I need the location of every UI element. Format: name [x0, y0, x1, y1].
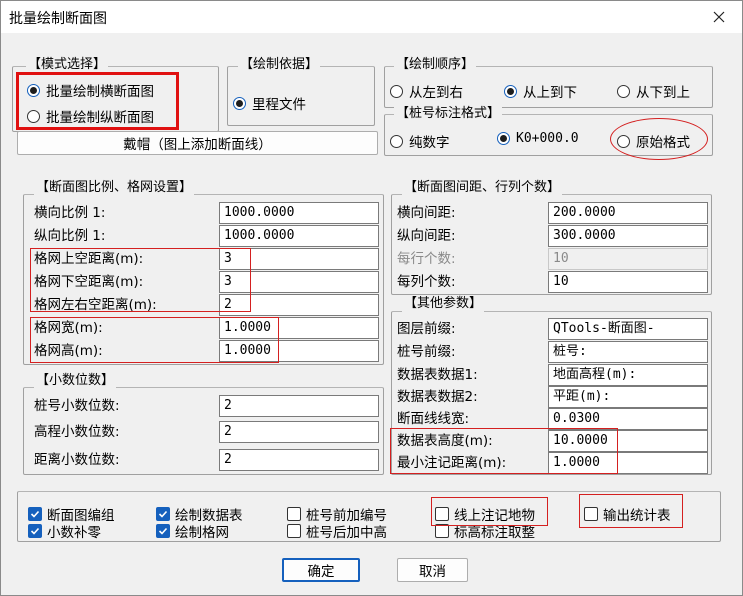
- value-input[interactable]: 平距(m):: [548, 386, 708, 408]
- title-bar: 批量绘制断面图: [1, 1, 742, 33]
- radio-label: 从下到上: [636, 85, 690, 101]
- field-label: 数据表数据1:: [397, 367, 478, 383]
- field-label: 纵向比例 1:: [34, 228, 106, 244]
- radio-label: 从上到下: [523, 85, 577, 101]
- spacing-legend: 【断面图间距、行列个数】: [402, 180, 563, 196]
- checkbox-icon: [287, 507, 301, 521]
- basis-legend: 【绘制依据】: [238, 57, 321, 73]
- field-label: 断面线线宽:: [397, 411, 470, 427]
- order-legend: 【绘制顺序】: [394, 57, 477, 73]
- checkbox-label: 绘制格网: [175, 525, 229, 541]
- field-label: 每列个数:: [397, 274, 456, 290]
- button-label: 取消: [419, 564, 446, 580]
- stake-format-legend: 【桩号标注格式】: [394, 106, 503, 122]
- close-button[interactable]: [701, 3, 737, 31]
- window-title: 批量绘制断面图: [9, 11, 107, 27]
- checkbox-label: 小数补零: [47, 525, 101, 541]
- option-checkbox[interactable]: 绘制格网: [156, 521, 229, 541]
- highlight-box: [390, 428, 618, 474]
- radio-k-format[interactable]: K0+000.0: [497, 131, 579, 146]
- radio-label: 纯数字: [409, 135, 450, 151]
- value-input[interactable]: 200.0000: [548, 202, 708, 224]
- checkbox-icon: [156, 507, 170, 521]
- option-checkbox[interactable]: 桩号后加中高: [287, 521, 387, 541]
- radio-button-icon: [504, 84, 517, 98]
- checkbox-icon: [156, 524, 170, 538]
- field-label: 横向比例 1:: [34, 205, 106, 221]
- highlight-box: [579, 494, 683, 528]
- add-section-line-button[interactable]: 戴帽（图上添加断面线）: [17, 131, 378, 155]
- radio-button-icon: [233, 96, 246, 110]
- option-checkbox[interactable]: 小数补零: [28, 521, 101, 541]
- radio-label: 里程文件: [252, 97, 306, 113]
- highlight-ellipse: [610, 118, 708, 160]
- field-label: 桩号前缀:: [397, 344, 456, 360]
- radio-label: K0+000.0: [516, 131, 579, 146]
- value-input[interactable]: QTools-断面图-: [548, 318, 708, 340]
- radio-label: 从左到右: [409, 85, 463, 101]
- ok-button[interactable]: 确定: [282, 558, 360, 582]
- button-label: 戴帽（图上添加断面线）: [123, 137, 272, 153]
- radio-button-icon: [390, 134, 403, 148]
- field-label: 数据表数据2:: [397, 389, 478, 405]
- highlight-box: [30, 248, 251, 312]
- checkbox-icon: [287, 524, 301, 538]
- radio-left-to-right[interactable]: 从左到右: [390, 81, 463, 101]
- value-input[interactable]: 2: [219, 421, 379, 443]
- decimals-legend: 【小数位数】: [34, 373, 117, 389]
- value-input[interactable]: 1000.0000: [219, 202, 379, 224]
- field-label: 桩号小数位数:: [34, 398, 120, 414]
- value-input[interactable]: 桩号:: [548, 341, 708, 363]
- scale-legend: 【断面图比例、格网设置】: [34, 180, 195, 196]
- value-input[interactable]: 0.0300: [548, 408, 708, 430]
- radio-top-to-bottom[interactable]: 从上到下: [504, 81, 577, 101]
- mode-legend: 【模式选择】: [26, 57, 109, 73]
- value-input[interactable]: 10: [548, 271, 708, 293]
- value-input[interactable]: 1000.0000: [219, 225, 379, 247]
- checkbox-icon: [28, 507, 42, 521]
- field-label: 纵向间距:: [397, 228, 456, 244]
- field-label: 横向间距:: [397, 205, 456, 221]
- checkbox-label: 桩号后加中高: [306, 525, 387, 541]
- highlight-box: [16, 72, 179, 130]
- field-label: 距离小数位数:: [34, 452, 120, 468]
- radio-button-icon: [497, 132, 510, 145]
- field-label: 每行个数:: [397, 251, 456, 267]
- highlight-box: [30, 317, 279, 363]
- radio-mileage-file[interactable]: 里程文件: [233, 93, 306, 113]
- other-legend: 【其他参数】: [402, 296, 485, 312]
- value-input[interactable]: 2: [219, 395, 379, 417]
- field-label: 图层前缀:: [397, 321, 456, 337]
- cancel-button[interactable]: 取消: [397, 558, 468, 582]
- value-input[interactable]: 10: [548, 248, 708, 270]
- button-label: 确定: [307, 564, 335, 580]
- radio-button-icon: [390, 84, 403, 98]
- close-icon: [713, 11, 725, 23]
- checkbox-icon: [435, 524, 449, 538]
- checkbox-icon: [28, 524, 42, 538]
- value-input[interactable]: 300.0000: [548, 225, 708, 247]
- value-input[interactable]: 地面高程(m):: [548, 364, 708, 386]
- radio-button-icon: [617, 84, 630, 98]
- highlight-box: [431, 497, 548, 526]
- value-input[interactable]: 2: [219, 449, 379, 471]
- radio-bottom-to-top[interactable]: 从下到上: [617, 81, 690, 101]
- field-label: 高程小数位数:: [34, 424, 120, 440]
- radio-pure-number[interactable]: 纯数字: [390, 131, 450, 151]
